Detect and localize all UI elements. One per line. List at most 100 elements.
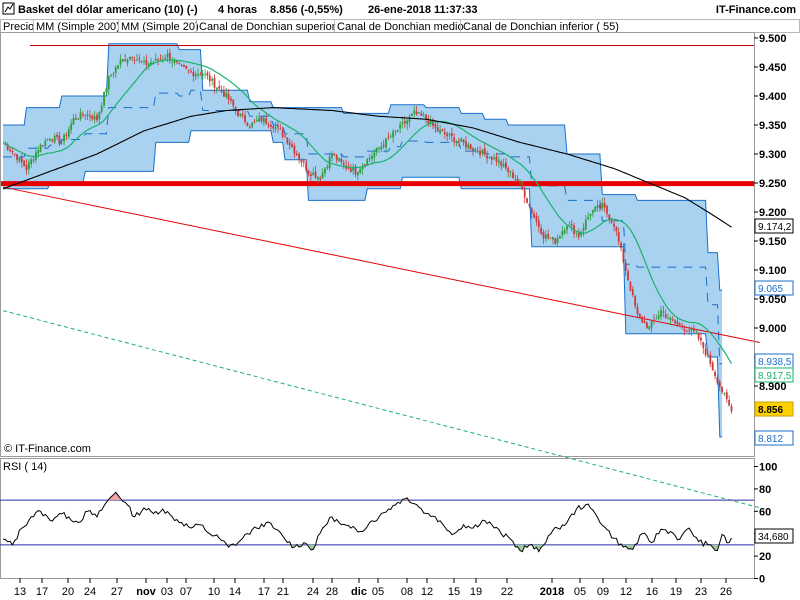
candle-body: [213, 78, 216, 88]
candle-body: [634, 295, 637, 307]
candle-body: [105, 88, 108, 93]
candle-body: [168, 52, 171, 61]
candle-body: [51, 139, 54, 141]
candle-body: [309, 174, 312, 177]
candle-body: [467, 144, 470, 149]
x-tick-label: dic: [351, 586, 367, 598]
candle-body: [674, 320, 676, 324]
legend-entry: Precio: [3, 21, 34, 33]
candle-body: [293, 145, 296, 154]
rsi-label: RSI ( 14): [3, 461, 47, 473]
candle-body: [208, 75, 211, 82]
candle-body: [566, 226, 568, 231]
candle-body: [121, 58, 124, 62]
candle-body: [11, 150, 14, 153]
candle-body: [190, 71, 192, 73]
candle-body: [512, 172, 514, 179]
candle-body: [305, 162, 308, 171]
candle-body: [241, 113, 244, 116]
candle-body: [159, 58, 162, 60]
candle-body: [617, 231, 620, 242]
candle-body: [96, 114, 98, 121]
candle-body: [244, 115, 246, 122]
candle-body: [223, 91, 225, 97]
candle-body: [248, 127, 251, 128]
x-tick-label: 19: [470, 586, 482, 598]
candle-body: [624, 263, 627, 272]
candle-body: [411, 113, 413, 117]
candle-body: [138, 58, 141, 60]
candle-body: [166, 53, 169, 58]
candle-body: [46, 139, 49, 140]
candle-body: [589, 213, 592, 216]
candle-body: [176, 60, 178, 63]
candle-body: [676, 321, 679, 325]
candle-body: [643, 321, 646, 323]
candle-body: [403, 120, 406, 124]
candle-body: [519, 180, 521, 183]
candle-body: [302, 160, 305, 163]
candle-body: [591, 209, 594, 214]
candle-body: [540, 227, 543, 234]
candle-body: [690, 328, 693, 331]
candle-body: [448, 133, 451, 135]
candle-body: [39, 144, 42, 152]
candle-body: [375, 147, 378, 153]
candle-body: [460, 138, 463, 142]
candle-body: [394, 130, 397, 132]
candle-body: [441, 129, 444, 132]
candle-body: [295, 153, 298, 156]
candle-body: [194, 74, 197, 77]
candle-body: [514, 179, 517, 181]
candle-body: [500, 161, 503, 166]
candle-body: [730, 406, 733, 412]
candle-body: [505, 162, 507, 169]
x-tick-label: 17: [36, 586, 48, 598]
candle-body: [711, 362, 714, 371]
candle-body: [335, 155, 338, 160]
candle-body: [93, 116, 96, 120]
candle-body: [462, 139, 465, 143]
candle-body: [183, 65, 185, 67]
candle-body: [718, 381, 721, 388]
candle-body: [481, 149, 484, 154]
candle-body: [206, 72, 209, 76]
candle-body: [559, 235, 561, 239]
candle-body: [380, 146, 383, 150]
price-tick-label: 9.050: [759, 294, 787, 306]
candle-body: [392, 131, 394, 138]
candle-body: [556, 238, 559, 243]
candle-body: [326, 166, 329, 169]
candle-body: [77, 119, 80, 120]
candle-body: [702, 341, 705, 349]
candle-body: [533, 213, 535, 218]
candle-body: [382, 144, 385, 147]
candle-body: [44, 140, 47, 146]
candle-body: [197, 73, 199, 76]
value-box-label: 8.812: [758, 434, 783, 445]
candle-body: [446, 133, 449, 136]
candle-body: [359, 168, 362, 174]
candle-body: [218, 86, 221, 89]
candle-body: [82, 113, 84, 115]
candle-body: [42, 145, 44, 147]
candle-body: [37, 150, 40, 154]
candle-body: [502, 163, 505, 167]
brand-label: IT-Finance.com: [716, 4, 796, 16]
candle-body: [119, 59, 122, 65]
candle-body: [439, 130, 441, 134]
x-tick-label: 08: [401, 586, 413, 598]
candle-body: [493, 157, 496, 159]
candle-body: [20, 157, 23, 163]
candle-body: [434, 124, 437, 128]
candle-body: [671, 319, 674, 321]
candle-body: [655, 318, 658, 320]
candle-body: [396, 129, 399, 132]
price-tick-label: 9.000: [759, 323, 787, 335]
candle-body: [157, 59, 159, 61]
x-tick-label: 07: [180, 586, 192, 598]
candle-body: [697, 332, 700, 339]
candle-body: [620, 242, 622, 249]
candle-body: [253, 120, 256, 122]
candle-body: [103, 91, 105, 106]
